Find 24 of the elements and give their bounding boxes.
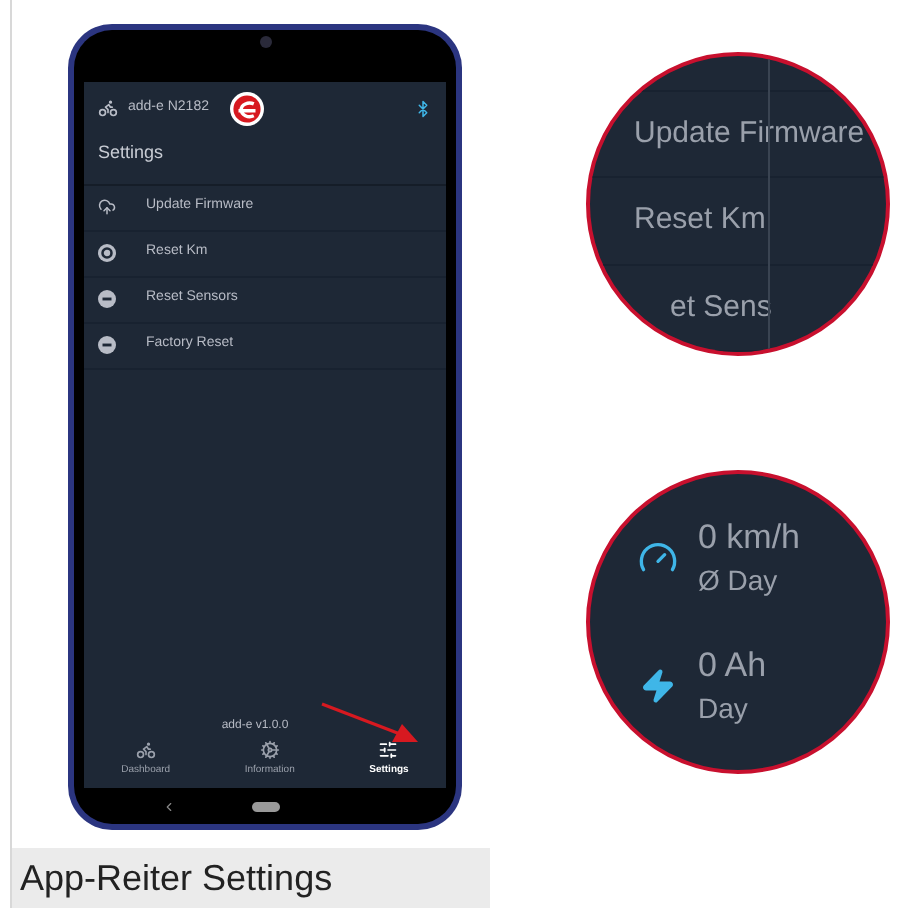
bike-icon	[135, 740, 156, 761]
stat-label: Ø Day	[698, 562, 780, 600]
bike-icon	[98, 98, 118, 118]
caption: App-Reiter Settings	[12, 848, 490, 908]
back-icon[interactable]	[161, 799, 175, 813]
arrow-annotation	[320, 702, 420, 746]
lightning-icon	[640, 668, 676, 704]
page-title: Settings	[84, 134, 446, 185]
minus-circle-icon	[98, 290, 116, 308]
menu-item-label: Update Firmware	[634, 113, 865, 154]
reset-icon	[98, 244, 116, 262]
bluetooth-icon	[414, 99, 432, 117]
gear-icon	[259, 740, 280, 761]
cloud-upload-icon	[98, 198, 116, 216]
camera-icon	[259, 36, 271, 48]
stat-value: 0 Ah	[698, 644, 767, 688]
stat-value: 0 km/h	[698, 516, 801, 560]
menu-item-label: et Sens	[670, 287, 772, 328]
minus-circle-icon	[98, 336, 116, 354]
home-pill[interactable]	[251, 801, 279, 811]
sliders-icon	[378, 740, 399, 761]
menu-item-label: Reset Km	[634, 200, 766, 241]
logo-icon	[230, 91, 265, 125]
stat-label: Day	[698, 690, 750, 728]
